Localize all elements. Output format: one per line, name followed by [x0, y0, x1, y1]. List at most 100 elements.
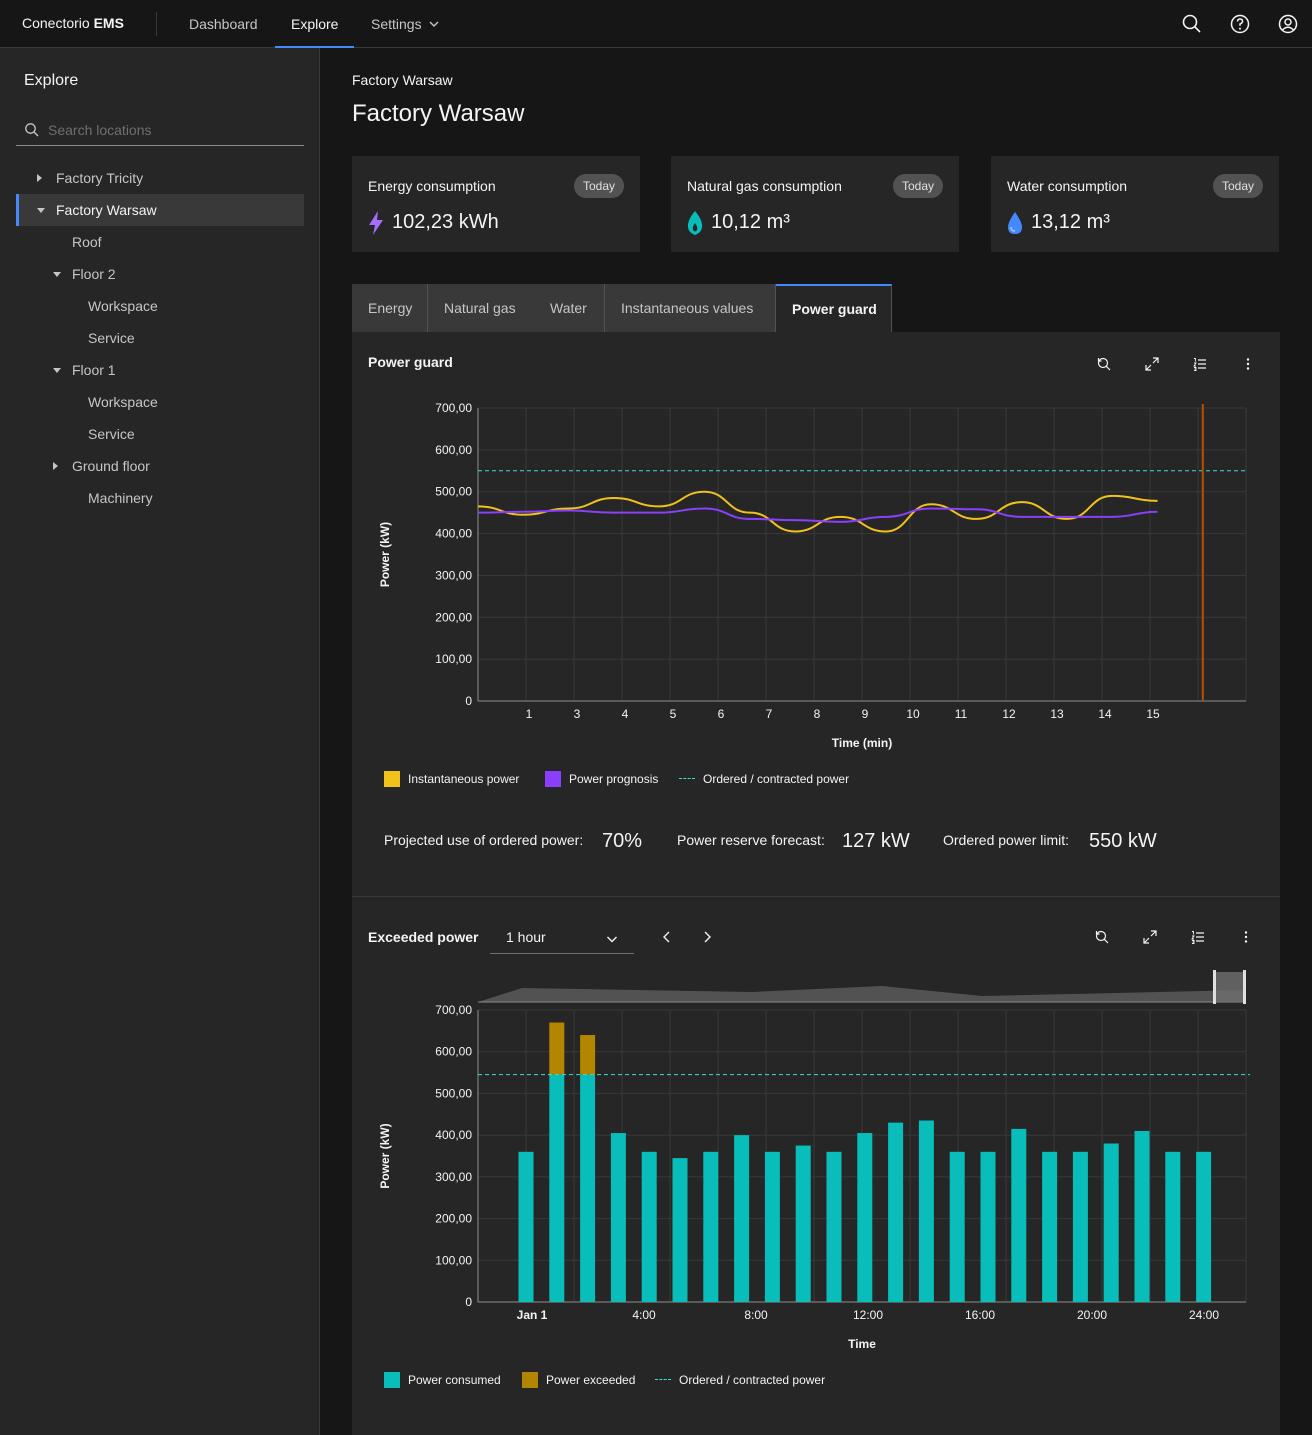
kpi-label: Natural gas consumption — [687, 178, 842, 194]
caret-right-icon[interactable] — [37, 174, 42, 182]
tree-item-roof[interactable]: Roof — [16, 226, 304, 258]
caret-down-icon[interactable] — [53, 368, 61, 373]
x-tick-label: 13 — [1050, 707, 1064, 721]
bar-power-consumed — [918, 1120, 934, 1302]
bar-power-consumed — [549, 1074, 565, 1302]
bar-power-consumed — [1165, 1151, 1181, 1302]
kpi-tag: Today — [1212, 174, 1263, 198]
time-range-select[interactable]: 1 hour — [490, 922, 634, 954]
tree-item-machinery[interactable]: Machinery — [16, 482, 304, 514]
x-tick-label: 15 — [1146, 707, 1160, 721]
tab-instantaneous-values[interactable]: Instantaneous values — [605, 284, 776, 332]
y-tick-label: 300,00 — [435, 1170, 472, 1184]
tree-item-label: Workspace — [88, 394, 158, 410]
x-tick-label: 16:00 — [965, 1308, 995, 1322]
y-tick-label: 0 — [465, 1295, 472, 1309]
time-range-value: 1 hour — [506, 929, 546, 945]
overflow-menu-icon[interactable] — [1238, 929, 1254, 945]
x-tick-label: Jan 1 — [517, 1308, 548, 1322]
bar-power-consumed — [949, 1151, 965, 1302]
list-icon[interactable] — [1190, 929, 1206, 945]
bar-power-consumed — [1011, 1128, 1027, 1302]
nav-explore-label: Explore — [291, 16, 339, 32]
kpi-label: Energy consumption — [368, 178, 496, 194]
bar-power-consumed — [795, 1145, 811, 1302]
tree-item-label: Floor 1 — [72, 362, 116, 378]
y-tick-label: 600,00 — [435, 443, 472, 457]
tree-item-label: Ground floor — [72, 458, 150, 474]
tab-label: Instantaneous values — [621, 300, 754, 316]
tab-water[interactable]: Water — [534, 284, 605, 332]
tab-natural-gas[interactable]: Natural gas — [428, 284, 535, 332]
kpi-card-energy: Energy consumption Today 102,23 kWh — [352, 156, 640, 252]
nav-explore[interactable]: Explore — [275, 0, 355, 48]
y-tick-label: 600,00 — [435, 1045, 472, 1059]
tree-item-workspace[interactable]: Workspace — [16, 290, 304, 322]
bar-power-consumed — [1103, 1143, 1119, 1302]
stat-projected-use-value: 70% — [602, 830, 643, 852]
nav-dashboard[interactable]: Dashboard — [173, 0, 274, 48]
x-tick-label: 20:00 — [1077, 1308, 1107, 1322]
caret-down-icon[interactable] — [53, 272, 61, 277]
y-tick-label: 0 — [465, 694, 472, 708]
search-icon[interactable] — [1180, 12, 1204, 36]
tree-item-workspace[interactable]: Workspace — [16, 386, 304, 418]
maximize-icon[interactable] — [1142, 929, 1158, 945]
bar-power-consumed — [518, 1151, 534, 1302]
bar-power-consumed — [580, 1074, 596, 1302]
tree-item-floor-2[interactable]: Floor 2 — [16, 258, 304, 290]
overflow-menu-icon[interactable] — [1240, 356, 1256, 372]
tree-item-floor-1[interactable]: Floor 1 — [16, 354, 304, 386]
exceeded-power-chart: 700,00 600,00 500,00 400,00 300,00 200,00 100,… — [378, 970, 1250, 1351]
brand-name-strong: EMS — [93, 15, 124, 31]
power-prognosis-line — [477, 507, 1158, 523]
x-tick-label: 14 — [1098, 707, 1112, 721]
chevron-down-icon — [606, 932, 618, 948]
tree-item-ground-floor[interactable]: Ground floor — [16, 450, 304, 482]
list-icon[interactable] — [1192, 356, 1208, 372]
brand-logo[interactable]: Conectorio EMS — [22, 15, 124, 31]
legend-dash — [679, 778, 695, 779]
legend-label: Ordered / contracted power — [679, 1373, 826, 1387]
chevron-right-icon[interactable] — [699, 929, 715, 945]
tab-power-guard[interactable]: Power guard — [776, 284, 892, 332]
nav-settings-label: Settings — [371, 16, 422, 32]
power-guard-title: Power guard — [368, 354, 453, 370]
bar-power-consumed — [764, 1151, 780, 1302]
caret-right-icon[interactable] — [53, 462, 58, 470]
reset-zoom-icon[interactable] — [1096, 356, 1112, 372]
legend-swatch — [545, 771, 561, 787]
help-icon[interactable] — [1228, 12, 1252, 36]
y-tick-label: 400,00 — [435, 1128, 472, 1142]
legend-label: Ordered / contracted power — [703, 772, 850, 786]
tab-label: Power guard — [792, 301, 877, 317]
tree-item-service[interactable]: Service — [16, 322, 304, 354]
bar-power-exceeded — [580, 1035, 596, 1075]
search-locations-input[interactable]: Search locations — [16, 114, 304, 146]
reset-zoom-icon[interactable] — [1094, 929, 1110, 945]
nav-dashboard-label: Dashboard — [189, 16, 258, 32]
bar-power-consumed — [641, 1151, 657, 1302]
user-avatar-icon[interactable] — [1276, 12, 1300, 36]
caret-down-icon[interactable] — [37, 208, 45, 213]
tree-item-factory-tricity[interactable]: Factory Tricity — [16, 162, 304, 194]
stat-power-reserve-value: 127 kW — [842, 830, 910, 852]
tab-label: Water — [550, 300, 587, 316]
tree-item-service[interactable]: Service — [16, 418, 304, 450]
x-tick-label: 12 — [1002, 707, 1016, 721]
x-axis-title: Time (min) — [832, 736, 892, 750]
nav-settings[interactable]: Settings — [355, 0, 456, 48]
chevron-left-icon[interactable] — [659, 929, 675, 945]
maximize-icon[interactable] — [1144, 356, 1160, 372]
legend-label: Power exceeded — [546, 1373, 636, 1387]
breadcrumb[interactable]: Factory Warsaw — [352, 72, 453, 88]
x-tick-label: 8 — [814, 707, 821, 721]
kpi-card-natural-gas: Natural gas consumption Today 10,12 m³ — [671, 156, 959, 252]
legend-dash — [655, 1379, 671, 1380]
water-drop-icon — [1005, 210, 1025, 239]
tree-item-label: Service — [88, 426, 135, 442]
tree-item-factory-warsaw[interactable]: Factory Warsaw — [16, 194, 304, 226]
x-tick-label: 6 — [718, 707, 725, 721]
tab-energy[interactable]: Energy — [352, 284, 428, 332]
y-tick-label: 200,00 — [435, 610, 472, 624]
